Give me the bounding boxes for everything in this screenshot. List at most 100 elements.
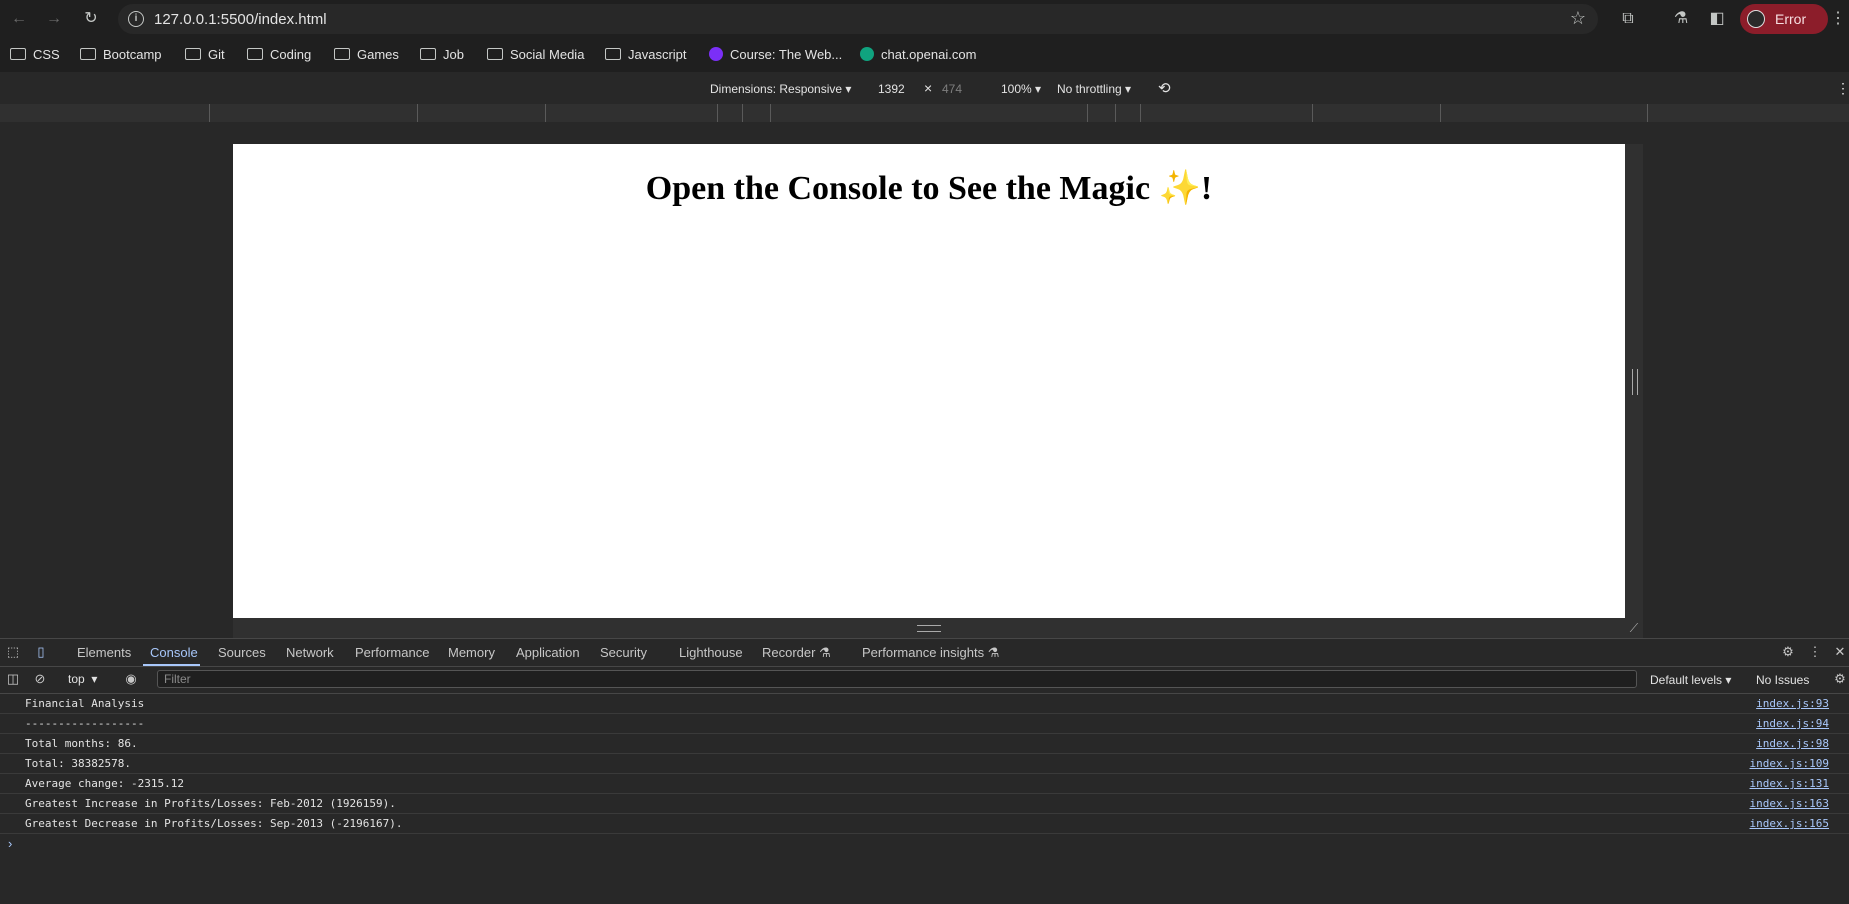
- source-link[interactable]: index.js:165: [1750, 817, 1829, 830]
- tab-sources[interactable]: Sources: [218, 645, 266, 660]
- tab-security[interactable]: Security: [600, 645, 647, 660]
- console-output: Financial Analysis index.js:93 ----------…: [0, 694, 1849, 854]
- folder-icon: [10, 48, 26, 60]
- throttling-select[interactable]: No throttling ▾: [1057, 82, 1131, 96]
- caret-down-icon: ▾: [1725, 673, 1732, 687]
- gear-icon[interactable]: ⚙: [1832, 671, 1848, 687]
- folder-icon: [247, 48, 263, 60]
- resize-handle-bottom[interactable]: [233, 618, 1625, 638]
- device-toggle-icon[interactable]: ▯: [33, 644, 49, 660]
- devtools-panel: ⬚ ▯ Elements Console Sources Network Per…: [0, 638, 1849, 904]
- kebab-icon[interactable]: ⋮: [1836, 80, 1849, 97]
- tab-lighthouse[interactable]: Lighthouse: [679, 645, 743, 660]
- address-bar[interactable]: i 127.0.0.1:5500/index.html ☆: [118, 4, 1598, 34]
- bookmark-course[interactable]: Course: The Web...: [709, 47, 842, 65]
- reload-icon: ↻: [84, 10, 98, 27]
- caret-down-icon: ▾: [91, 672, 98, 686]
- source-link[interactable]: index.js:131: [1750, 777, 1829, 790]
- page-heading: Open the Console to See the Magic ✨!: [645, 170, 1213, 207]
- bookmark-games[interactable]: Games: [334, 47, 399, 65]
- filter-input[interactable]: [157, 670, 1637, 688]
- resize-corner-icon[interactable]: ⟋: [1625, 618, 1643, 638]
- tab-performance[interactable]: Performance: [355, 645, 429, 660]
- console-row: Average change: -2315.12 index.js:131: [0, 774, 1849, 794]
- times-icon[interactable]: ×: [924, 80, 932, 96]
- url-text[interactable]: 127.0.0.1:5500/index.html: [154, 11, 327, 28]
- bookmark-bootcamp[interactable]: Bootcamp: [80, 47, 162, 65]
- folder-icon: [605, 48, 621, 60]
- bookmark-job[interactable]: Job: [420, 47, 464, 65]
- reload-button[interactable]: ↻: [80, 8, 102, 30]
- inspect-element-icon[interactable]: ⬚: [5, 644, 21, 660]
- bookmark-javascript[interactable]: Javascript: [605, 47, 687, 65]
- source-link[interactable]: index.js:98: [1756, 737, 1829, 750]
- issues-counter[interactable]: No Issues: [1756, 673, 1809, 687]
- close-icon[interactable]: ✕: [1832, 644, 1848, 660]
- source-link[interactable]: index.js:94: [1756, 717, 1829, 730]
- devtools-tabbar: ⬚ ▯ Elements Console Sources Network Per…: [0, 639, 1849, 667]
- browser-toolbar: ← → ↻ i 127.0.0.1:5500/index.html ☆ ⧉ ⚗ …: [0, 0, 1849, 39]
- star-icon[interactable]: ☆: [1570, 8, 1586, 29]
- bookmark-coding[interactable]: Coding: [247, 47, 311, 65]
- rotate-icon[interactable]: ⟲: [1158, 79, 1171, 97]
- avatar: [1747, 10, 1765, 28]
- caret-down-icon: ▾: [1035, 82, 1042, 96]
- resize-handle-right[interactable]: [1625, 144, 1643, 638]
- console-message: Greatest Increase in Profits/Losses: Feb…: [25, 797, 396, 810]
- caret-down-icon: ▾: [845, 82, 852, 96]
- profile-status: Error: [1775, 11, 1807, 27]
- tab-recorder[interactable]: Recorder ⚗: [762, 645, 831, 661]
- console-row: Total months: 86. index.js:98: [0, 734, 1849, 754]
- gear-icon[interactable]: ⚙: [1780, 644, 1796, 660]
- sidebar-toggle-icon[interactable]: ◫: [5, 671, 21, 687]
- context-select[interactable]: top ▾: [68, 672, 97, 686]
- width-input[interactable]: 1392: [878, 82, 905, 96]
- media-query-ruler[interactable]: [0, 104, 1849, 122]
- active-tab-indicator: [143, 664, 200, 666]
- console-row: Greatest Increase in Profits/Losses: Feb…: [0, 794, 1849, 814]
- console-toolbar: ◫ ⊘ top ▾ ◉ Default levels ▾ No Issues ⚙: [0, 667, 1849, 694]
- clear-console-icon[interactable]: ⊘: [32, 671, 48, 687]
- eye-icon[interactable]: ◉: [123, 671, 139, 687]
- kebab-icon[interactable]: ⋮: [1830, 8, 1846, 30]
- height-input[interactable]: 474: [942, 82, 962, 96]
- bookmark-social-media[interactable]: Social Media: [487, 47, 584, 65]
- bookmark-chatgpt[interactable]: chat.openai.com: [860, 47, 976, 65]
- tab-application[interactable]: Application: [516, 645, 580, 660]
- folder-icon: [80, 48, 96, 60]
- source-link[interactable]: index.js:163: [1750, 797, 1829, 810]
- console-row: Greatest Decrease in Profits/Losses: Sep…: [0, 814, 1849, 834]
- console-prompt[interactable]: ›: [0, 834, 1849, 854]
- tab-network[interactable]: Network: [286, 645, 334, 660]
- tab-performance-insights[interactable]: Performance insights ⚗: [862, 645, 999, 661]
- forward-button[interactable]: →: [43, 8, 65, 30]
- dimensions-select[interactable]: Dimensions: Responsive ▾: [710, 82, 851, 96]
- tab-elements[interactable]: Elements: [77, 645, 131, 660]
- zoom-select[interactable]: 100% ▾: [1001, 82, 1041, 96]
- console-row: Total: 38382578. index.js:109: [0, 754, 1849, 774]
- console-message: Financial Analysis: [25, 697, 145, 710]
- course-site-icon: [709, 47, 723, 61]
- puzzle-icon[interactable]: ⧉: [1617, 8, 1639, 30]
- kebab-icon[interactable]: ⋮: [1807, 644, 1823, 660]
- profile-error-button[interactable]: Error: [1740, 4, 1828, 34]
- flask-icon: ⚗: [987, 645, 1000, 660]
- bookmark-css[interactable]: CSS: [10, 47, 60, 65]
- tab-console[interactable]: Console: [150, 645, 198, 660]
- tab-memory[interactable]: Memory: [448, 645, 495, 660]
- folder-icon: [420, 48, 436, 60]
- console-message: Average change: -2315.12: [25, 777, 184, 790]
- bookmark-git[interactable]: Git: [185, 47, 225, 65]
- info-icon[interactable]: i: [128, 11, 144, 27]
- levels-select[interactable]: Default levels ▾: [1650, 673, 1731, 687]
- page-viewport: Open the Console to See the Magic ✨!: [233, 144, 1625, 618]
- back-button[interactable]: ←: [8, 8, 30, 30]
- source-link[interactable]: index.js:109: [1750, 757, 1829, 770]
- folder-icon: [334, 48, 350, 60]
- caret-down-icon: ▾: [1125, 82, 1132, 96]
- side-panel-icon[interactable]: ◧: [1706, 8, 1728, 30]
- flask-icon[interactable]: ⚗: [1670, 8, 1692, 30]
- source-link[interactable]: index.js:93: [1756, 697, 1829, 710]
- console-message: Total months: 86.: [25, 737, 138, 750]
- folder-icon: [487, 48, 503, 60]
